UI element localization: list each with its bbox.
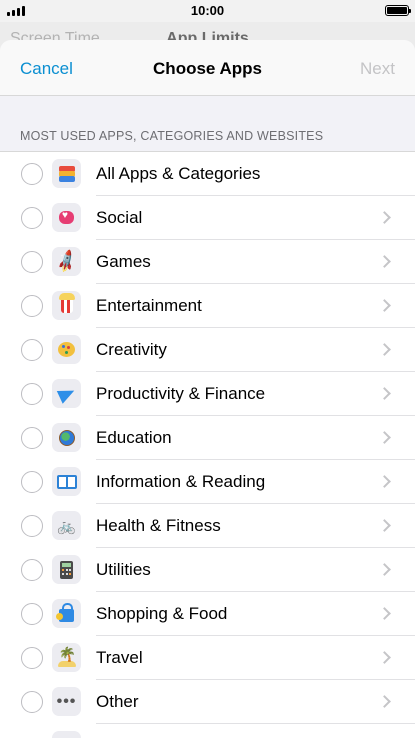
select-radio[interactable] xyxy=(21,383,43,405)
battery-icon xyxy=(385,5,411,16)
open-book-icon xyxy=(52,467,81,496)
select-radio[interactable] xyxy=(21,207,43,229)
chevron-right-icon xyxy=(378,563,391,576)
speech-bubble-heart-icon xyxy=(52,203,81,232)
chevron-right-icon xyxy=(378,607,391,620)
chevron-right-icon xyxy=(378,695,391,708)
row-label: Entertainment xyxy=(96,296,202,315)
category-row-creativity[interactable]: Creativity xyxy=(0,328,415,372)
row-label: Other xyxy=(96,692,139,711)
next-button[interactable]: Next xyxy=(360,59,395,79)
row-label: Social xyxy=(96,208,143,227)
bicycle-icon: 🚲 xyxy=(52,511,81,540)
row-label: Health & Fitness xyxy=(96,516,221,535)
row-label: Utilities xyxy=(96,560,151,579)
row-label: Travel xyxy=(96,648,143,667)
choose-apps-sheet: Cancel Choose Apps Next MOST USED APPS, … xyxy=(0,40,415,738)
select-radio[interactable] xyxy=(21,251,43,273)
category-row-games[interactable]: 🚀 Games xyxy=(0,240,415,284)
select-radio[interactable] xyxy=(21,163,43,185)
category-row-other[interactable]: ••• Other xyxy=(0,680,415,724)
category-row-productivity[interactable]: Productivity & Finance xyxy=(0,372,415,416)
category-list: All Apps & Categories Social 🚀 Games Ent… xyxy=(0,151,415,738)
category-row-information[interactable]: Information & Reading xyxy=(0,460,415,504)
row-label: Productivity & Finance xyxy=(96,384,266,403)
category-row-partial[interactable] xyxy=(0,724,415,738)
category-row-social[interactable]: Social xyxy=(0,196,415,240)
row-label: Creativity xyxy=(96,340,167,359)
status-time: 10:00 xyxy=(190,3,225,18)
palm-tree-beach-icon xyxy=(52,643,81,672)
chevron-right-icon xyxy=(378,343,391,356)
chevron-right-icon xyxy=(378,255,391,268)
select-radio[interactable] xyxy=(21,427,43,449)
section-header: MOST USED APPS, CATEGORIES AND WEBSITES xyxy=(20,129,324,143)
chevron-right-icon xyxy=(378,431,391,444)
row-label: Education xyxy=(96,428,172,447)
category-row-travel[interactable]: Travel xyxy=(0,636,415,680)
shopping-bag-icon xyxy=(52,599,81,628)
more-dots-icon: ••• xyxy=(52,687,81,716)
row-label: Games xyxy=(96,252,151,271)
category-row-shopping[interactable]: Shopping & Food xyxy=(0,592,415,636)
chevron-right-icon xyxy=(378,519,391,532)
row-label: All Apps & Categories xyxy=(96,164,261,183)
globe-icon xyxy=(52,423,81,452)
layers-stack-icon xyxy=(52,159,81,188)
popcorn-icon xyxy=(52,291,81,320)
rocket-icon: 🚀 xyxy=(52,247,81,276)
category-row-entertainment[interactable]: Entertainment xyxy=(0,284,415,328)
category-row-utilities[interactable]: Utilities xyxy=(0,548,415,592)
category-row-education[interactable]: Education xyxy=(0,416,415,460)
calculator-icon xyxy=(52,555,81,584)
website-icon xyxy=(52,731,81,738)
select-radio[interactable] xyxy=(21,515,43,537)
select-radio[interactable] xyxy=(21,295,43,317)
chevron-right-icon xyxy=(378,299,391,312)
select-radio[interactable] xyxy=(21,559,43,581)
row-label: Shopping & Food xyxy=(96,604,228,623)
chevron-right-icon xyxy=(378,211,391,224)
chevron-right-icon xyxy=(378,651,391,664)
chevron-right-icon xyxy=(378,475,391,488)
select-radio[interactable] xyxy=(21,691,43,713)
paper-plane-icon xyxy=(52,379,81,408)
category-row-health[interactable]: 🚲 Health & Fitness xyxy=(0,504,415,548)
select-radio[interactable] xyxy=(21,471,43,493)
chevron-right-icon xyxy=(378,387,391,400)
sheet-title: Choose Apps xyxy=(153,59,262,78)
select-radio[interactable] xyxy=(21,647,43,669)
paint-palette-icon xyxy=(52,335,81,364)
select-radio[interactable] xyxy=(21,603,43,625)
category-row-all-apps[interactable]: All Apps & Categories xyxy=(0,152,415,196)
select-radio[interactable] xyxy=(21,339,43,361)
status-bar: 10:00 xyxy=(0,0,415,22)
row-label: Information & Reading xyxy=(96,472,266,491)
sheet-nav-bar: Cancel Choose Apps Next xyxy=(0,40,415,96)
